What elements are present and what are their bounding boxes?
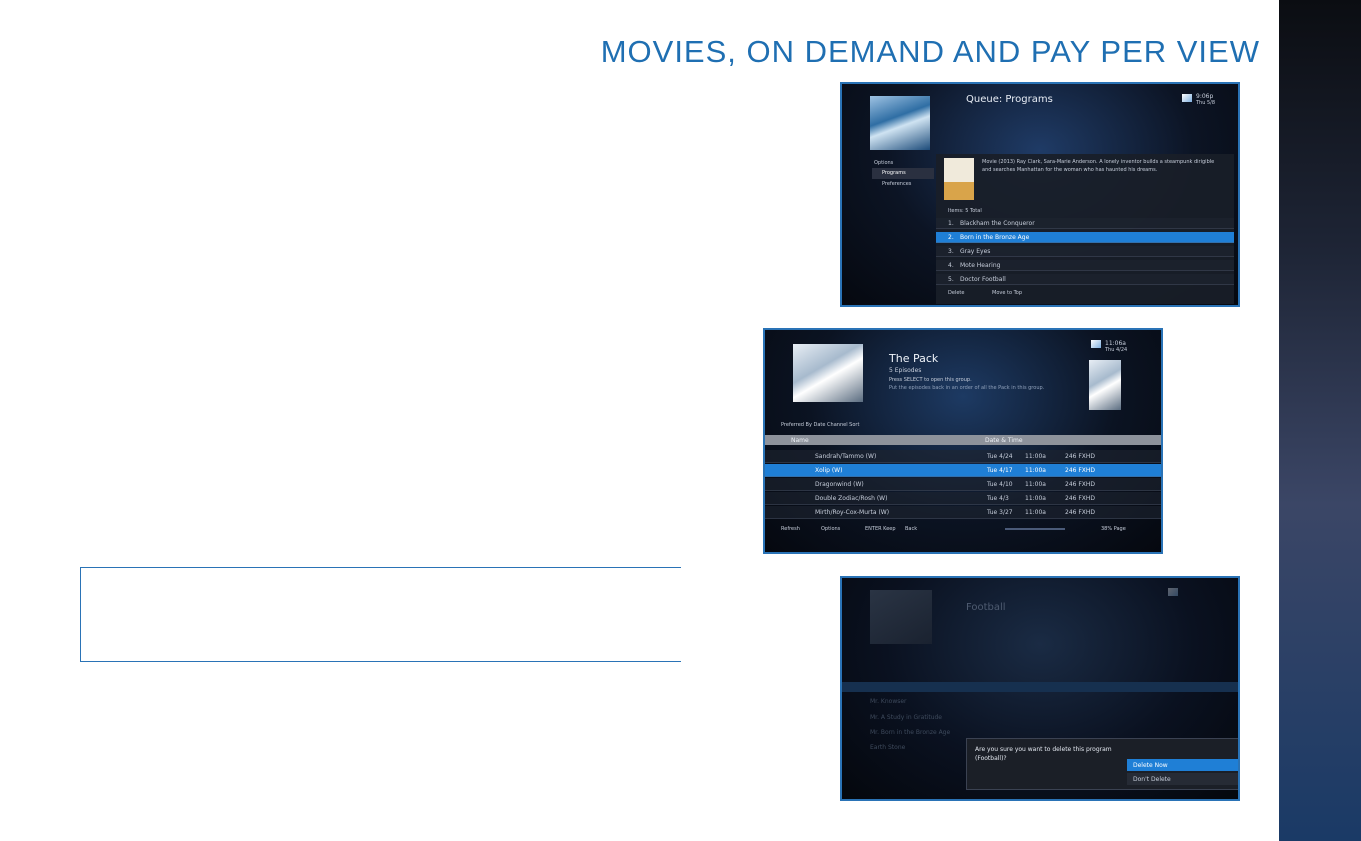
delete-now-button[interactable]: Delete Now [1127, 759, 1238, 771]
episode-row[interactable]: Double Zodiac/Rosh (W) Tue 4/3 11:00a 24… [765, 492, 1161, 505]
queue-row[interactable]: 3. Gray Eyes [936, 246, 1234, 257]
side-color-bar [1279, 0, 1361, 841]
group-title: The Pack [889, 352, 939, 365]
surfer-thumbnail [870, 96, 930, 150]
footer-move-top[interactable]: Move to Top [992, 290, 1022, 296]
footer-refresh[interactable]: Refresh [781, 526, 800, 532]
empty-callout-box [80, 567, 681, 662]
queue-row[interactable]: 4. Mote Hearing [936, 260, 1234, 271]
dont-delete-button[interactable]: Don't Delete [1127, 773, 1238, 785]
scroll-bar[interactable] [1005, 528, 1065, 530]
episode-row[interactable]: Dragonwind (W) Tue 4/10 11:00a 246 FXHD [765, 478, 1161, 491]
queue-programs-screenshot: Queue: Programs 9:06p Thu 5/8 Options Pr… [840, 82, 1240, 307]
dim-row: Mr. Born in the Bronze Age [870, 729, 951, 736]
directv-logo-icon [1182, 94, 1192, 102]
program-title: Football [966, 602, 1006, 613]
footer-keep[interactable]: ENTER Keep [865, 526, 896, 532]
directv-logo-icon [1168, 588, 1178, 596]
clock: 9:06p [1196, 93, 1214, 100]
queue-row[interactable]: 1. Blackham the Conqueror [936, 218, 1234, 229]
episode-count: 5 Episodes [889, 367, 922, 374]
poster-thumbnail [944, 158, 974, 182]
footer-options[interactable]: Options [821, 526, 840, 532]
episode-row[interactable]: Mirth/Roy-Cox-Murta (W) Tue 3/27 11:00a … [765, 506, 1161, 519]
poster-thumbnail [1089, 360, 1121, 410]
dialog-text: Are you sure you want to delete this pro… [975, 746, 1112, 762]
footer-delete[interactable]: Delete [948, 290, 964, 296]
nav-programs[interactable]: Programs [882, 170, 906, 176]
footer-back[interactable]: Back [905, 526, 917, 532]
snow-thumbnail [793, 344, 863, 402]
nav-preferences[interactable]: Preferences [882, 181, 911, 187]
delete-dialog: Are you sure you want to delete this pro… [966, 738, 1238, 790]
queue-row-selected[interactable]: 2. Born in the Bronze Age [936, 232, 1234, 243]
dim-row: Earth Stone [870, 744, 906, 751]
select-hint-2: Put the episodes back in an order of all… [889, 385, 1045, 391]
dim-row: Mr. A Study in Gratitude [870, 714, 942, 721]
page-indicator: 38% Page [1101, 526, 1126, 532]
episode-row[interactable]: Sandrah/Tammo (W) Tue 4/24 11:00a 246 FX… [765, 450, 1161, 463]
items-count: Items: 5 Total [948, 208, 982, 214]
queue-header: Queue: Programs [966, 94, 1053, 105]
program-description: Movie (2013) Ray Clark, Sara-Marie Ander… [982, 159, 1215, 173]
dim-row: Mr. Knowser [870, 698, 907, 705]
nav-options[interactable]: Options [874, 160, 893, 166]
queue-row[interactable]: 5. Doctor Football [936, 274, 1234, 285]
list-header: Name Date & Time [765, 435, 1161, 445]
date: Thu 5/8 [1196, 100, 1216, 106]
select-hint: Press SELECT to open this group. [889, 377, 972, 383]
clock: 11:06a [1105, 340, 1126, 347]
episode-row-selected[interactable]: Xolip (W) Tue 4/17 11:00a 246 FXHD [765, 464, 1161, 477]
dim-list-header [842, 682, 1238, 692]
dim-thumbnail [870, 590, 932, 644]
poster-art [944, 182, 974, 200]
delete-confirm-screenshot: Football Mr. Knowser Mr. A Study in Grat… [840, 576, 1240, 801]
directv-logo-icon [1091, 340, 1101, 348]
the-pack-screenshot: The Pack 5 Episodes Press SELECT to open… [763, 328, 1163, 554]
date: Thu 4/24 [1105, 347, 1128, 353]
sort-label[interactable]: Preferred By Date Channel Sort [781, 422, 859, 428]
page-title: MOVIES, ON DEMAND AND PAY PER VIEW [600, 34, 1260, 69]
